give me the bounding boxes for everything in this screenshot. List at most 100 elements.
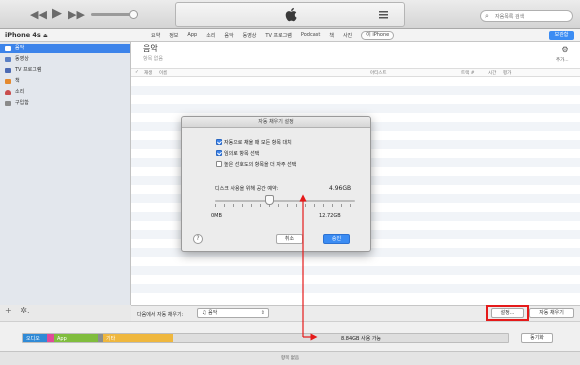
search-input[interactable] <box>495 12 570 21</box>
column-rating[interactable]: 평가 <box>503 70 511 76</box>
page-title: 음악 <box>143 44 158 53</box>
fast-forward-icon[interactable]: ▶▶ <box>68 9 85 20</box>
search-box[interactable]: ⌕ <box>480 10 573 22</box>
tv-icon <box>5 68 11 73</box>
option-replace-all[interactable]: 자동으로 채울 때 모든 항목 대치 <box>216 139 292 146</box>
column-check[interactable]: ✓ <box>135 70 139 75</box>
sidebar-item-tv-shows[interactable]: TV 프로그램 <box>0 66 130 75</box>
sidebar-item-movies[interactable]: 동영상 <box>0 55 130 64</box>
column-time[interactable]: 시간 <box>488 70 496 76</box>
music-icon <box>5 46 11 51</box>
autofill-button[interactable]: 자동 채우기 <box>529 308 574 318</box>
tab-tones[interactable]: 소리 <box>206 32 215 40</box>
sidebar: 음악 동영상 TV 프로그램 책 소리 구입함 + ✲. <box>0 42 131 315</box>
music-note-icon: ♫ <box>202 310 207 316</box>
tab-movies[interactable]: 동영상 <box>243 32 257 40</box>
library-button[interactable]: 보관함 <box>549 31 574 40</box>
item-count: 항목 없음 <box>143 56 163 62</box>
capacity-bar: 오디오 App 기타 8.84GB 사용 가능 동기화 <box>0 321 580 351</box>
sidebar-item-purchased[interactable]: 구입함 <box>0 99 130 108</box>
autofill-source-select[interactable]: ♫ 음악 ⇕ <box>197 308 269 318</box>
options-icon[interactable]: ⚙ <box>558 45 572 54</box>
slider-thumb[interactable] <box>265 195 275 205</box>
device-name[interactable]: iPhone 4s ⏏ <box>5 31 48 39</box>
highlight-box <box>486 305 529 321</box>
device-tabs: 요약 정보 App 소리 음악 동영상 TV 프로그램 Podcast 책 사진… <box>151 31 403 40</box>
volume-knob[interactable] <box>129 10 138 19</box>
column-artist[interactable]: 아티스트 <box>370 70 387 76</box>
toolbar: ◀◀ ▶ ▶▶ ⌕ <box>0 0 580 29</box>
chevron-updown-icon: ⇕ <box>260 310 265 316</box>
ok-button[interactable]: 승인 <box>323 234 350 244</box>
rewind-icon[interactable]: ◀◀ <box>30 9 47 20</box>
sidebar-item-label: 소리 <box>15 89 25 95</box>
eject-icon[interactable]: ⏏ <box>43 33 48 39</box>
column-track[interactable]: 트랙 # <box>461 70 474 76</box>
cancel-button[interactable]: 취소 <box>276 234 303 244</box>
sidebar-item-label: 책 <box>15 78 20 84</box>
add-button[interactable]: 추가... <box>556 57 569 63</box>
autofill-bar: 다음에서 자동 채우기: ♫ 음악 ⇕ 설정... 자동 채우기 <box>131 305 580 321</box>
column-name[interactable]: 이름 <box>159 70 167 76</box>
sidebar-item-label: TV 프로그램 <box>15 67 42 73</box>
purchase-icon <box>5 101 11 106</box>
tab-info[interactable]: 정보 <box>169 32 178 40</box>
gear-icon[interactable]: ✲. <box>20 306 29 315</box>
sidebar-item-music[interactable]: 음악 <box>0 44 130 53</box>
film-icon <box>5 57 11 62</box>
tab-tv-shows[interactable]: TV 프로그램 <box>265 32 291 40</box>
capacity-segment-audio: 오디오 <box>23 334 47 342</box>
list-icon[interactable] <box>379 11 388 19</box>
help-button[interactable]: ? <box>193 234 203 244</box>
tab-books[interactable]: 책 <box>329 32 334 40</box>
tab-summary[interactable]: 요약 <box>151 32 160 40</box>
volume-slider[interactable] <box>91 10 138 19</box>
bell-icon <box>5 90 11 95</box>
free-space-label: 8.84GB 사용 가능 <box>341 336 382 342</box>
tab-podcasts[interactable]: Podcast <box>301 32 320 40</box>
disk-reserve-label: 디스크 사용을 위해 공간 예약: <box>215 186 279 192</box>
sidebar-item-tones[interactable]: 소리 <box>0 88 130 97</box>
sidebar-item-label: 구입함 <box>15 100 29 106</box>
option-random[interactable]: 임의로 항목 선택 <box>216 150 259 157</box>
sidebar-item-label: 음악 <box>15 45 25 51</box>
status-bar: 항목 없음 <box>0 351 580 365</box>
checkbox-checked[interactable] <box>216 139 222 145</box>
column-play[interactable]: 재생 <box>144 70 152 76</box>
disk-reserve-value: 4.96GB <box>329 185 352 192</box>
sync-button[interactable]: 동기화 <box>521 333 553 343</box>
capacity-segment-other: 기타 <box>103 334 173 342</box>
capacity-segment-video <box>47 334 54 342</box>
slider-ticks <box>215 204 355 207</box>
slider-min-label: 0MB <box>211 213 222 219</box>
tab-on-this-iphone[interactable]: 이 iPhone <box>361 31 395 40</box>
capacity-track: 오디오 App 기타 8.84GB 사용 가능 <box>22 333 509 343</box>
autofill-settings-dialog: 자동 채우기 설정 자동으로 채울 때 모든 항목 대치 임의로 항목 선택 높… <box>181 116 371 252</box>
disk-reserve-slider[interactable] <box>215 195 355 207</box>
autofill-source-value: 음악 <box>208 310 218 316</box>
table-header: ✓ 재생 이름 아티스트 트랙 # 시간 평가 <box>131 68 580 77</box>
device-navbar: iPhone 4s ⏏ 요약 정보 App 소리 음악 동영상 TV 프로그램 … <box>0 29 580 42</box>
tab-music[interactable]: 음악 <box>224 32 233 40</box>
dialog-title: 자동 채우기 설정 <box>182 117 370 128</box>
capacity-segment-apps: App <box>54 334 98 342</box>
autofill-label: 다음에서 자동 채우기: <box>137 312 184 318</box>
option-higher-rated[interactable]: 높은 선호도의 항목을 더 자주 선택 <box>216 161 296 168</box>
play-icon[interactable]: ▶ <box>52 7 62 20</box>
now-playing-display <box>175 2 405 27</box>
tab-photos[interactable]: 사진 <box>343 32 352 40</box>
search-icon: ⌕ <box>485 12 489 20</box>
add-icon[interactable]: + <box>5 306 12 315</box>
book-icon <box>5 79 11 84</box>
checkbox-checked[interactable] <box>216 150 222 156</box>
slider-max-label: 12.72GB <box>319 213 341 219</box>
sidebar-item-label: 동영상 <box>15 56 29 62</box>
tab-apps[interactable]: App <box>187 32 197 40</box>
apple-logo-icon <box>285 7 297 22</box>
option-label: 높은 선호도의 항목을 더 자주 선택 <box>224 162 297 168</box>
checkbox-unchecked[interactable] <box>216 161 222 167</box>
option-label: 자동으로 채울 때 모든 항목 대치 <box>224 140 292 146</box>
option-label: 임의로 항목 선택 <box>224 151 260 157</box>
sidebar-footer: + ✲. <box>5 306 30 315</box>
sidebar-item-books[interactable]: 책 <box>0 77 130 86</box>
